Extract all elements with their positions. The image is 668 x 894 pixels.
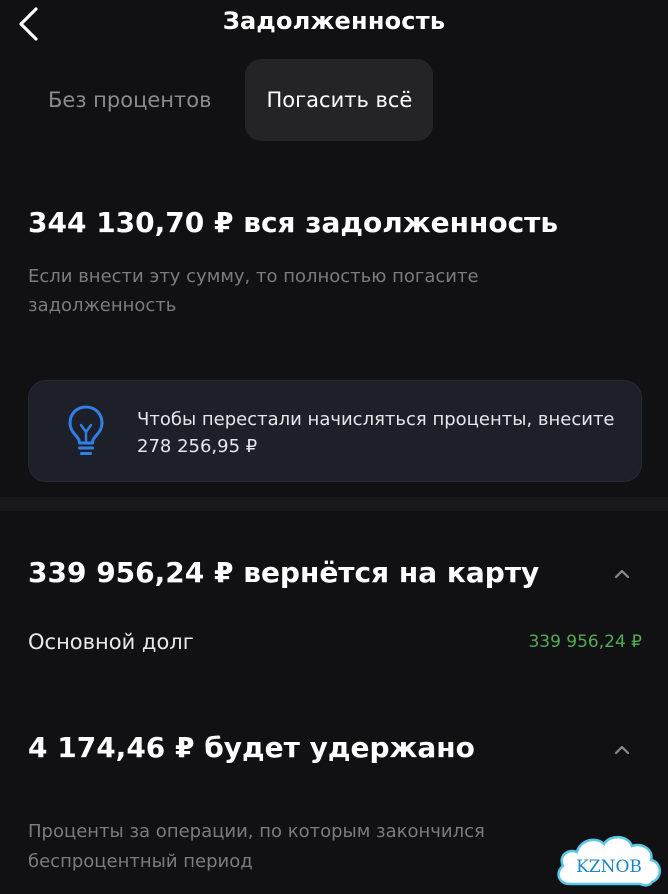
tab-bar: Без процентов Погасить всё [28,59,434,141]
total-debt-headline: 344 130,70 ₽ вся задолженность [28,206,559,239]
page-title: Задолженность [222,7,446,35]
collapse-withheld-button[interactable] [610,738,634,762]
chevron-up-icon [614,569,630,579]
lightbulb-icon [68,405,104,455]
watermark-cloud-logo: KZNOB [557,835,661,887]
total-debt-note: Если внести эту сумму, то полностью пога… [28,266,479,316]
refund-headline: 339 956,24 ₽ вернётся на карту [28,556,540,589]
withheld-note: Проценты за операции, по которым закончи… [28,821,485,872]
tab-interest-free[interactable]: Без процентов [28,59,245,141]
interest-info-card: Чтобы перестали начисляться проценты, вн… [28,380,642,482]
withheld-headline: 4 174,46 ₽ будет удержано [28,731,475,764]
debt-screen: Задолженность Без процентов Погасить всё… [0,0,668,894]
principal-debt-label: Основной долг [28,630,194,654]
interest-info-text: Чтобы перестали начисляться проценты, вн… [137,409,615,457]
section-divider [0,497,668,511]
top-bar: Задолженность [0,0,668,48]
chevron-up-icon [614,745,630,755]
tab-pay-all[interactable]: Погасить всё [245,59,434,141]
watermark-text: KZNOB [576,857,642,877]
collapse-refund-button[interactable] [610,562,634,586]
principal-debt-value: 339 956,24 ₽ [528,632,642,652]
